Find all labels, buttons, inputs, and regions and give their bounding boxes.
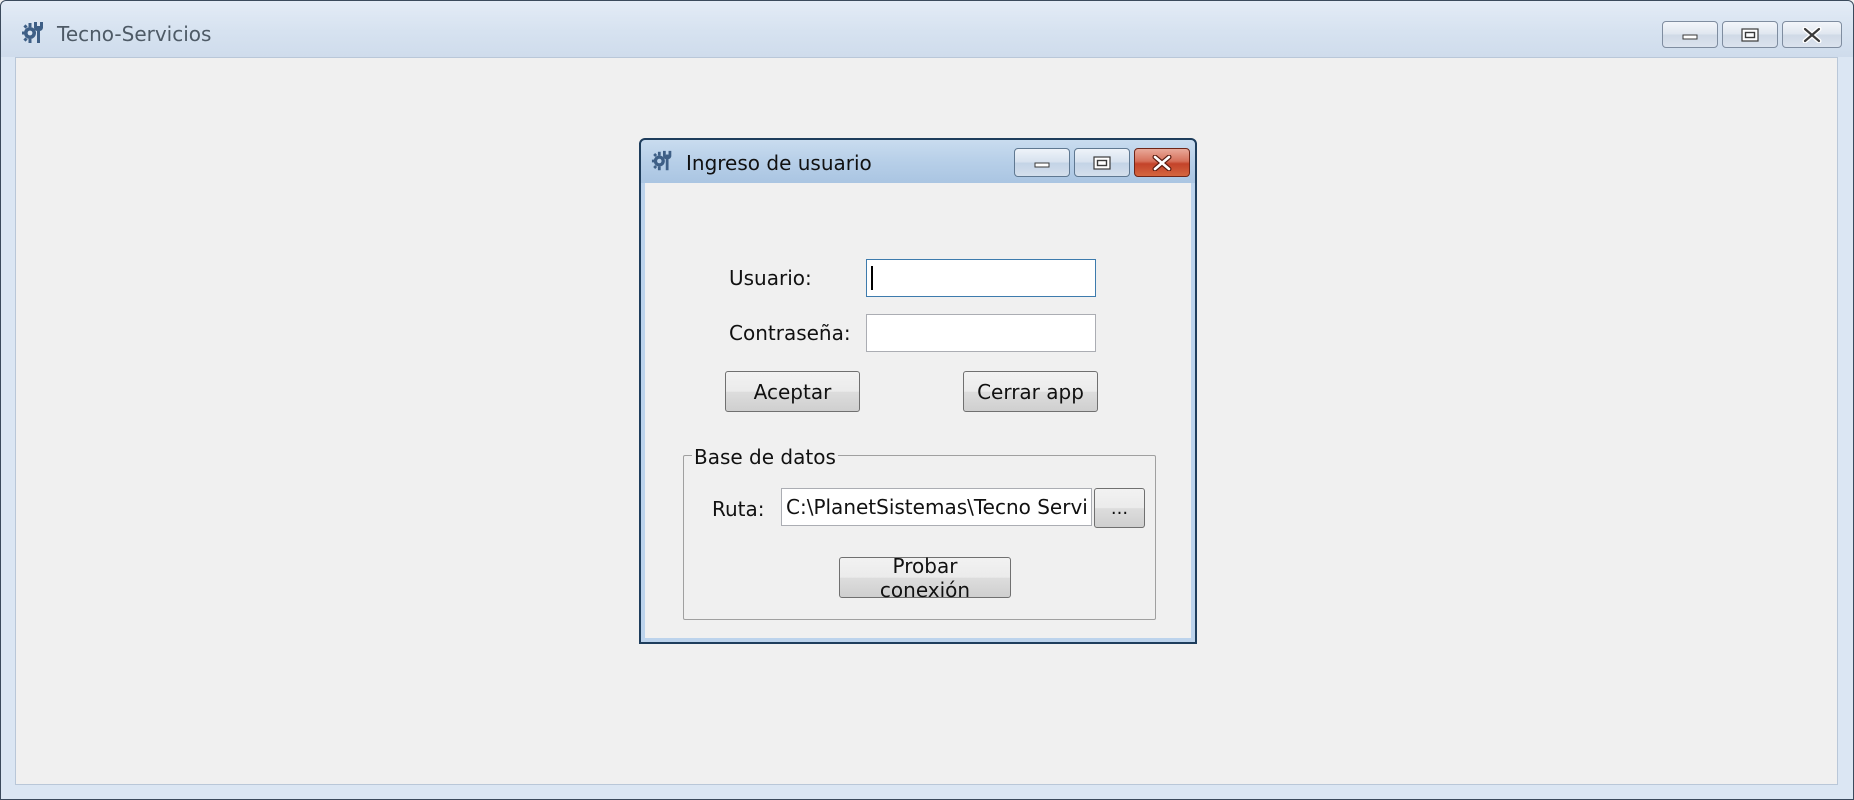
database-group-label: Base de datos — [692, 445, 838, 469]
probar-conexion-button[interactable]: Probar conexión — [839, 554, 1011, 602]
aceptar-button[interactable]: Aceptar — [725, 371, 860, 412]
restore-icon — [1093, 155, 1111, 170]
minimize-icon — [1682, 34, 1698, 39]
main-titlebar[interactable]: Tecno-Servicios — [1, 1, 1853, 57]
wrench-gear-icon — [22, 22, 43, 43]
contrasena-input[interactable] — [866, 314, 1096, 352]
dialog-title: Ingreso de usuario — [686, 151, 872, 175]
dialog-minimize-button[interactable] — [1014, 148, 1070, 177]
close-icon — [1802, 26, 1822, 43]
dialog-maximize-button[interactable] — [1074, 148, 1130, 177]
ruta-input[interactable] — [781, 488, 1092, 526]
usuario-label: Usuario: — [729, 266, 812, 290]
restore-icon — [1741, 27, 1759, 42]
main-maximize-button[interactable] — [1722, 21, 1778, 48]
ruta-label: Ruta: — [712, 497, 765, 521]
main-close-button[interactable] — [1782, 21, 1842, 48]
wrench-gear-icon — [651, 150, 672, 171]
dialog-client-area: Usuario: Contraseña: Aceptar Cerrar app … — [645, 183, 1191, 638]
contrasena-label: Contraseña: — [729, 321, 851, 345]
cerrar-app-button[interactable]: Cerrar app — [963, 371, 1098, 412]
usuario-input[interactable] — [866, 259, 1096, 297]
text-caret — [871, 266, 873, 290]
minimize-icon — [1034, 162, 1050, 167]
close-icon — [1152, 154, 1172, 171]
dialog-titlebar[interactable]: Ingreso de usuario — [641, 140, 1195, 183]
dialog-close-button[interactable] — [1134, 148, 1190, 177]
login-dialog: Ingreso de usuario Usuario: Contraseña: … — [639, 138, 1197, 644]
main-minimize-button[interactable] — [1662, 21, 1718, 48]
main-window-title: Tecno-Servicios — [57, 22, 212, 46]
browse-button[interactable]: ... — [1094, 488, 1145, 528]
